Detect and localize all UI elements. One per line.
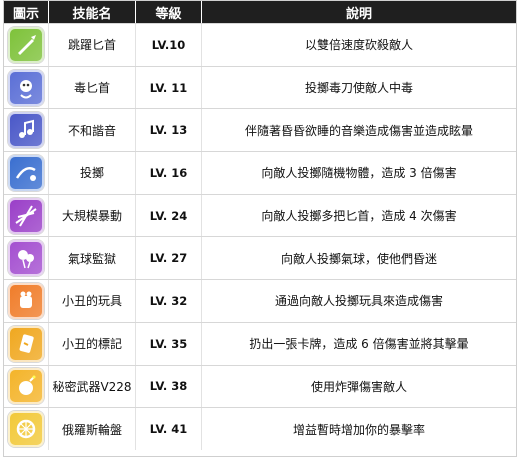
- skill-name: 投擲: [49, 152, 136, 194]
- skill-name: 氣球監獄: [49, 237, 136, 280]
- skill-description: 向敵人投擲多把匕首，造成 4 次傷害: [261, 209, 457, 224]
- skill-description: 使用炸彈傷害敵人: [310, 379, 407, 394]
- skill-table: 圖示 技能名 等級 說明 跳躍匕首 LV.10 以雙倍速度砍殺敵人毒匕首 LV. 11…: [3, 0, 517, 457]
- icon-cell: [4, 24, 49, 66]
- skill-name: 不和諧音: [49, 109, 136, 152]
- table-row: 小丑的玩具 LV. 32 通過向敵人投擲玩具來造成傷害: [4, 279, 516, 322]
- table-row: 不和諧音 LV. 13 伴隨著昏昏欲睡的音樂造成傷害並造成眩暈: [4, 108, 516, 152]
- icon-cell: [4, 66, 49, 109]
- skill-description: 通過向敵人投擲玩具來造成傷害: [274, 294, 443, 309]
- skill-name: 大規模暴動: [49, 194, 136, 237]
- table-row: 跳躍匕首 LV.10 以雙倍速度砍殺敵人: [4, 23, 516, 66]
- icon-cell: [4, 280, 49, 322]
- header-icon: 圖示: [4, 1, 49, 23]
- table-row: 小丑的標記 LV. 35 扔出一張卡牌，造成 6 倍傷害並將其擊暈: [4, 321, 516, 365]
- skill-level: LV. 24: [136, 194, 202, 237]
- throw-icon: [8, 154, 44, 191]
- table-row: 俄羅斯輪盤 LV. 41 增益暫時增加你的暴擊率: [4, 407, 516, 450]
- table-row: 秘密武器V228 LV. 38 使用炸彈傷害敵人: [4, 364, 516, 408]
- skill-description: 投擲毒刀使敵人中毒: [304, 81, 413, 96]
- skill-level: LV. 38: [136, 365, 202, 408]
- skill-name: 俄羅斯輪盤: [49, 408, 136, 450]
- header-name: 技能名: [49, 1, 136, 23]
- icon-cell: [4, 365, 49, 408]
- skill-name: 毒匕首: [49, 66, 136, 109]
- icon-cell: [4, 109, 49, 152]
- balloon-icon: [8, 240, 44, 277]
- skill-level: LV. 35: [136, 322, 202, 365]
- header-desc: 說明: [345, 6, 372, 22]
- skill-level: LV.10: [136, 24, 202, 66]
- icon-cell: [4, 194, 49, 237]
- table-header: 圖示 技能名 等級 說明: [4, 1, 516, 23]
- skill-level: LV. 32: [136, 280, 202, 322]
- skill-description: 增益暫時增加你的暴擊率: [292, 422, 425, 437]
- card-mark-icon: [8, 325, 44, 362]
- dagger-icon: [8, 26, 44, 63]
- skill-name: 秘密武器V228: [49, 365, 136, 408]
- skill-name: 跳躍匕首: [49, 24, 136, 66]
- table-row: 氣球監獄 LV. 27 向敵人投擲氣球，使他們昏迷: [4, 236, 516, 280]
- bomb-icon: [8, 368, 44, 405]
- icon-cell: [4, 152, 49, 194]
- table-body: 跳躍匕首 LV.10 以雙倍速度砍殺敵人毒匕首 LV. 11 投擲毒刀使敵人中毒不和諧音…: [4, 23, 516, 450]
- skill-description: 以雙倍速度砍殺敵人: [304, 38, 413, 53]
- blade-storm-icon: [8, 197, 44, 234]
- skill-level: LV. 13: [136, 109, 202, 152]
- discord-music-icon: [8, 112, 44, 149]
- table-row: 毒匕首 LV. 11 投擲毒刀使敵人中毒: [4, 65, 516, 109]
- icon-cell: [4, 408, 49, 450]
- roulette-icon: [8, 411, 44, 448]
- skill-name: 小丑的玩具: [49, 280, 136, 322]
- icon-cell: [4, 322, 49, 365]
- skill-level: LV. 41: [136, 408, 202, 450]
- header-level: 等級: [136, 1, 202, 23]
- skill-description: 伴隨著昏昏欲睡的音樂造成傷害並造成眩暈: [244, 123, 473, 138]
- skill-level: LV. 16: [136, 152, 202, 194]
- skill-level: LV. 11: [136, 66, 202, 109]
- poison-clown-icon: [8, 69, 44, 106]
- skill-description: 向敵人投擲隨機物體，造成 3 倍傷害: [261, 166, 457, 181]
- table-row: 投擲 LV. 16 向敵人投擲隨機物體，造成 3 倍傷害: [4, 151, 516, 194]
- skill-name: 小丑的標記: [49, 322, 136, 365]
- skill-description: 扔出一張卡牌，造成 6 倍傷害並將其擊暈: [249, 337, 469, 352]
- table-row: 大規模暴動 LV. 24 向敵人投擲多把匕首，造成 4 次傷害: [4, 193, 516, 237]
- toy-icon: [8, 282, 44, 319]
- skill-level: LV. 27: [136, 237, 202, 280]
- icon-cell: [4, 237, 49, 280]
- skill-description: 向敵人投擲氣球，使他們昏迷: [280, 251, 437, 266]
